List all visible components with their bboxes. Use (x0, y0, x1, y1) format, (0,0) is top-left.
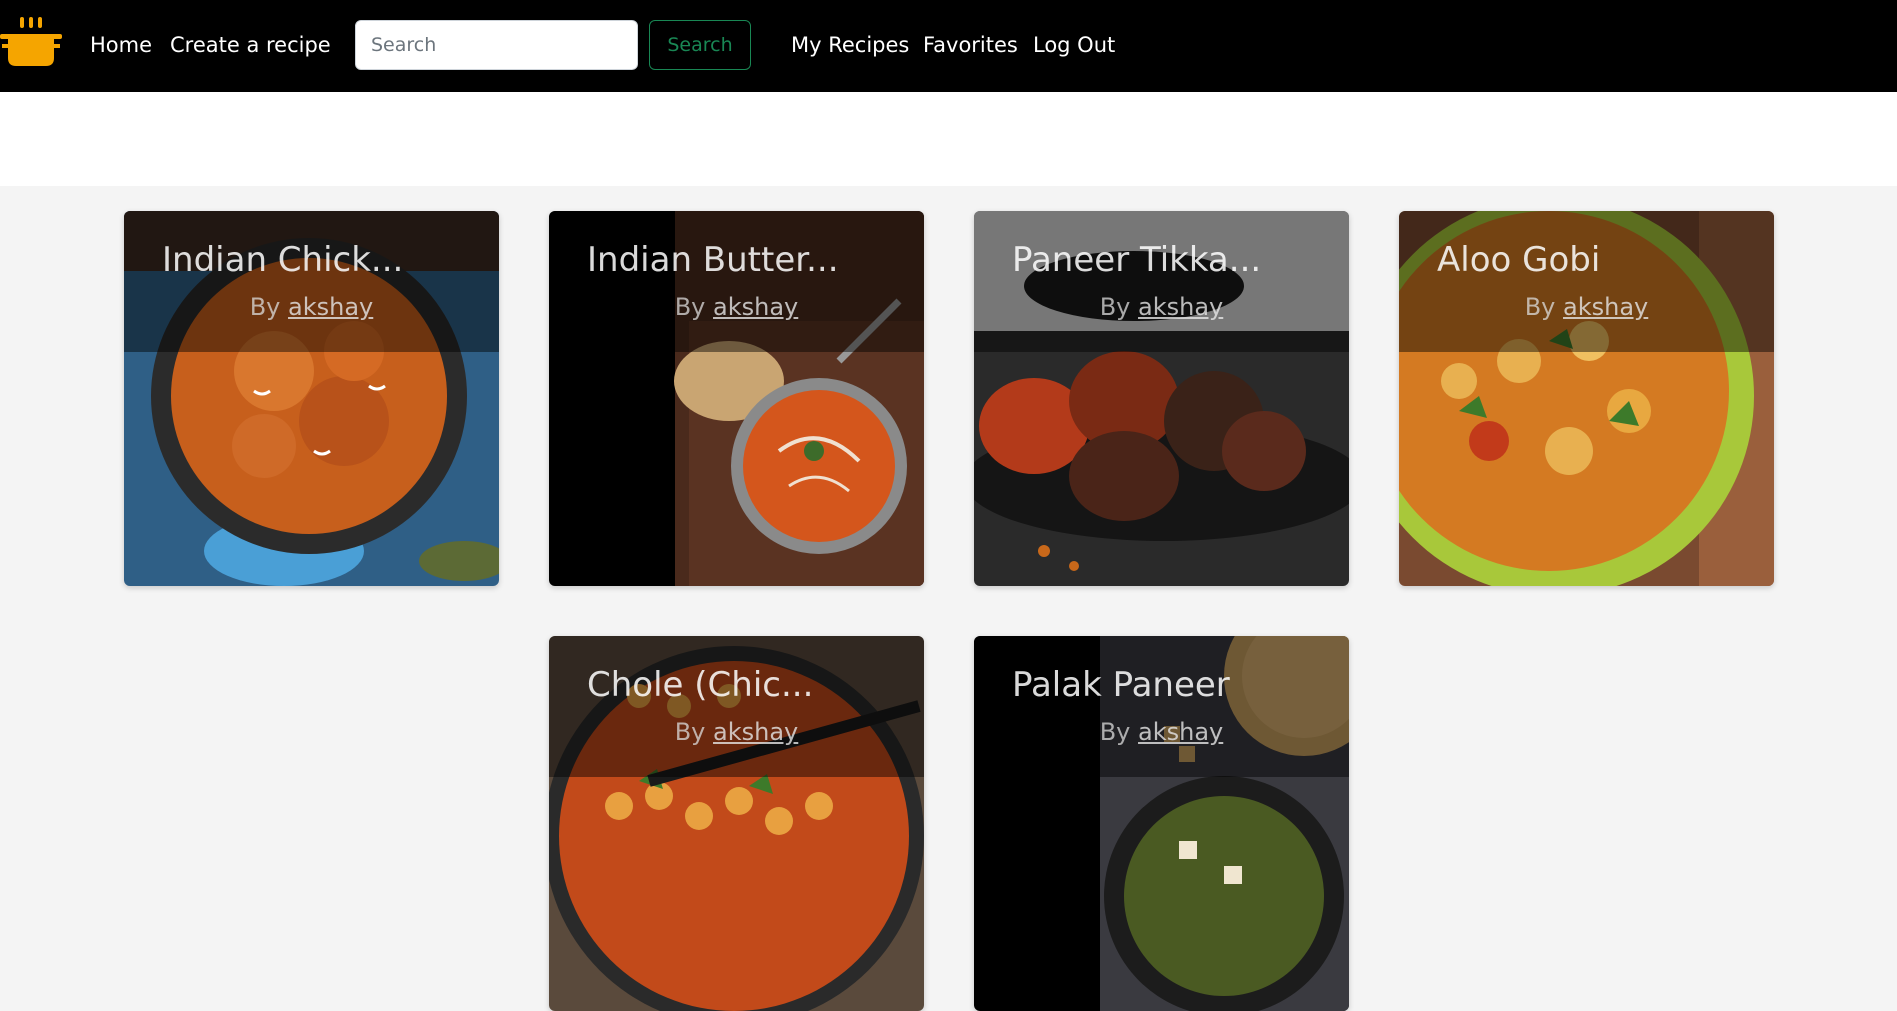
recipe-card[interactable]: Indian Butter... By akshay (549, 211, 924, 586)
author-link[interactable]: akshay (713, 718, 798, 746)
navbar: Home Create a recipe Search My Recipes F… (0, 0, 1897, 92)
author-prefix: By (249, 293, 281, 321)
author-link[interactable]: akshay (713, 293, 798, 321)
recipe-card[interactable]: Indian Chick... By akshay (124, 211, 499, 586)
author-link[interactable]: akshay (288, 293, 373, 321)
nav-logout-link[interactable]: Log Out (1033, 30, 1115, 60)
search-button[interactable]: Search (649, 20, 751, 70)
recipe-author-line: By akshay (1399, 291, 1774, 323)
recipe-author-line: By akshay (974, 716, 1349, 748)
recipe-author-line: By akshay (124, 291, 499, 323)
recipe-title: Aloo Gobi (1437, 240, 1601, 280)
recipe-title: Indian Butter... (587, 240, 839, 280)
author-prefix: By (1099, 718, 1131, 746)
author-link[interactable]: akshay (1563, 293, 1648, 321)
author-prefix: By (674, 718, 706, 746)
nav-create-recipe-link[interactable]: Create a recipe (170, 30, 331, 60)
recipe-author-line: By akshay (549, 291, 924, 323)
nav-home-link[interactable]: Home (90, 30, 152, 60)
author-prefix: By (674, 293, 706, 321)
recipe-author-line: By akshay (549, 716, 924, 748)
recipe-card[interactable]: Chole (Chic... By akshay (549, 636, 924, 1011)
search-input[interactable] (355, 20, 638, 70)
author-prefix: By (1099, 293, 1131, 321)
header-spacer (0, 92, 1897, 186)
recipe-title: Indian Chick... (162, 240, 404, 280)
recipe-card[interactable]: Palak Paneer By akshay (974, 636, 1349, 1011)
recipe-card[interactable]: Paneer Tikka... By akshay (974, 211, 1349, 586)
recipe-card[interactable]: Aloo Gobi By akshay (1399, 211, 1774, 586)
cooking-pot-icon[interactable] (0, 14, 62, 70)
recipe-author-line: By akshay (974, 291, 1349, 323)
recipe-title: Palak Paneer (1012, 665, 1230, 705)
nav-my-recipes-link[interactable]: My Recipes (791, 30, 909, 60)
author-link[interactable]: akshay (1138, 718, 1223, 746)
recipe-title: Paneer Tikka... (1012, 240, 1262, 280)
recipe-title: Chole (Chic... (587, 665, 814, 705)
nav-favorites-link[interactable]: Favorites (923, 30, 1018, 60)
author-prefix: By (1524, 293, 1556, 321)
author-link[interactable]: akshay (1138, 293, 1223, 321)
